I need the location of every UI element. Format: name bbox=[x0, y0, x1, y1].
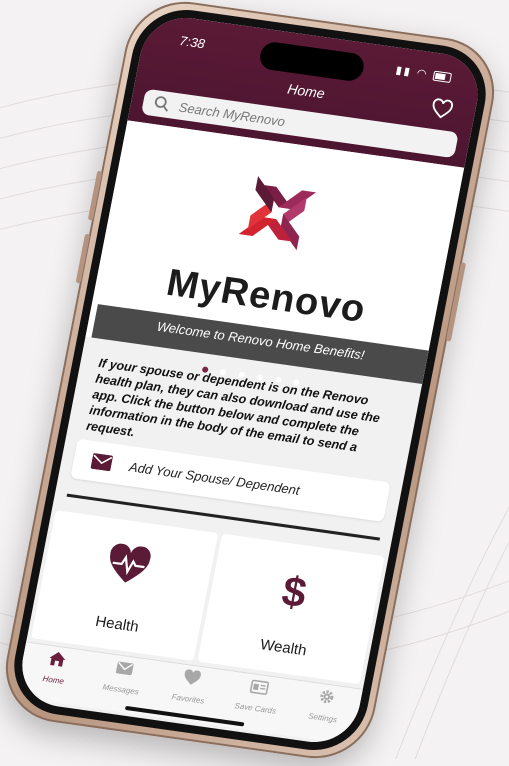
status-icons: ▮▮ ◠ bbox=[395, 63, 453, 84]
wealth-tile-label: Wealth bbox=[258, 636, 309, 660]
envelope-icon bbox=[115, 661, 134, 676]
heart-icon bbox=[184, 669, 201, 685]
tab-home[interactable]: Home bbox=[22, 647, 88, 692]
hero-carousel[interactable]: MyRenovo Welcome to Renovo Home Benefits… bbox=[85, 120, 465, 386]
search-icon bbox=[154, 96, 169, 112]
wifi-icon: ◠ bbox=[415, 67, 430, 81]
tab-label: Messages bbox=[101, 682, 140, 697]
renovo-logo-icon bbox=[238, 176, 316, 251]
favorite-heart-icon[interactable] bbox=[429, 97, 455, 122]
card-icon bbox=[249, 679, 270, 695]
status-time: 7:38 bbox=[178, 33, 207, 52]
svg-text:$: $ bbox=[278, 567, 310, 614]
tab-label: Home bbox=[41, 674, 65, 686]
battery-icon bbox=[432, 70, 453, 84]
heart-pulse-icon bbox=[110, 543, 151, 583]
health-tile[interactable]: Health bbox=[30, 510, 219, 661]
dollar-icon: $ bbox=[278, 567, 310, 614]
envelope-icon bbox=[90, 453, 113, 472]
wealth-tile[interactable]: $ Wealth bbox=[197, 533, 385, 685]
tab-favorites[interactable]: Favorites bbox=[157, 666, 223, 711]
home-icon bbox=[49, 652, 66, 667]
health-tile-label: Health bbox=[93, 613, 141, 636]
add-dependent-label: Add Your Spouse/ Dependent bbox=[128, 458, 302, 498]
gear-icon bbox=[320, 690, 334, 704]
tab-label: Settings bbox=[307, 711, 338, 725]
tab-messages[interactable]: Messages bbox=[90, 656, 156, 701]
tab-label: Favorites bbox=[170, 692, 206, 706]
signal-icon: ▮▮ bbox=[394, 64, 413, 79]
tab-settings[interactable]: Settings bbox=[292, 685, 358, 730]
dynamic-island bbox=[257, 40, 367, 83]
tab-save-cards[interactable]: Save Cards bbox=[224, 675, 290, 720]
tab-label: Save Cards bbox=[233, 701, 277, 716]
